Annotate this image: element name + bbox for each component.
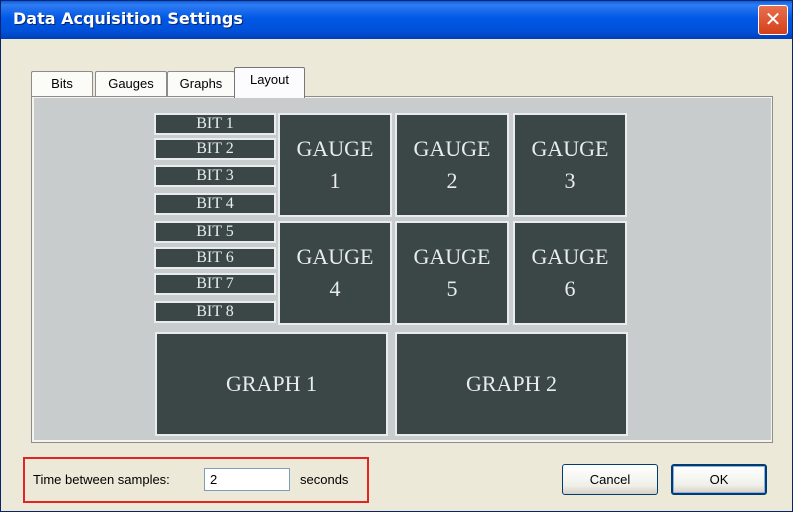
title-bar[interactable]: Data Acquisition Settings ✕	[1, 1, 792, 39]
gauge-2-label: GAUGE	[413, 136, 491, 161]
bit-2-block[interactable]: BIT 2	[154, 138, 276, 160]
bit-1-block[interactable]: BIT 1	[154, 113, 276, 135]
sample-interval-group: Time between samples: seconds	[23, 457, 369, 503]
close-button[interactable]: ✕	[758, 5, 788, 35]
bit-8-block[interactable]: BIT 8	[154, 301, 276, 323]
gauge-1-label: GAUGE	[296, 136, 374, 161]
gauge-4-number: 4	[329, 276, 341, 301]
graph-1-label: GRAPH 1	[225, 371, 318, 396]
tab-bits[interactable]: Bits	[31, 71, 93, 97]
seconds-unit-label: seconds	[300, 472, 349, 487]
gauge-3-block[interactable]: GAUGE 3	[513, 113, 627, 217]
tab-graphs[interactable]: Graphs	[167, 71, 235, 97]
data-acquisition-settings-dialog: Data Acquisition Settings ✕ Bits Gauges …	[0, 0, 793, 512]
layout-tab-panel: BIT 1 BIT 2 BIT 3 BIT 4 BIT 5 BIT 6 BIT …	[31, 96, 773, 443]
bit-6-block[interactable]: BIT 6	[154, 247, 276, 269]
gauge-3-number: 3	[564, 168, 576, 193]
gauge-5-number: 5	[446, 276, 458, 301]
window-title: Data Acquisition Settings	[13, 9, 243, 28]
gauge-4-label: GAUGE	[296, 244, 374, 269]
bit-3-block[interactable]: BIT 3	[154, 165, 276, 187]
sample-interval-input[interactable]	[204, 468, 290, 491]
bit-4-block[interactable]: BIT 4	[154, 193, 276, 215]
gauge-4-block[interactable]: GAUGE 4	[278, 221, 392, 325]
ok-button[interactable]: OK	[671, 464, 767, 495]
gauge-5-block[interactable]: GAUGE 5	[395, 221, 509, 325]
gauge-2-number: 2	[446, 168, 458, 193]
gauge-2-block[interactable]: GAUGE 2	[395, 113, 509, 217]
graph-2-block[interactable]: GRAPH 2	[395, 332, 628, 436]
close-icon: ✕	[764, 7, 782, 31]
layout-canvas: BIT 1 BIT 2 BIT 3 BIT 4 BIT 5 BIT 6 BIT …	[34, 98, 771, 440]
cancel-button[interactable]: Cancel	[562, 464, 658, 495]
gauge-6-label: GAUGE	[531, 244, 609, 269]
tab-layout[interactable]: Layout	[234, 67, 305, 98]
gauge-5-label: GAUGE	[413, 244, 491, 269]
gauge-3-label: GAUGE	[531, 136, 609, 161]
gauge-1-block[interactable]: GAUGE 1	[278, 113, 392, 217]
graph-1-block[interactable]: GRAPH 1	[155, 332, 388, 436]
bit-7-block[interactable]: BIT 7	[154, 273, 276, 295]
bit-5-block[interactable]: BIT 5	[154, 221, 276, 243]
graph-2-label: GRAPH 2	[465, 371, 558, 396]
sample-interval-label: Time between samples:	[33, 472, 170, 487]
gauge-6-block[interactable]: GAUGE 6	[513, 221, 627, 325]
gauge-1-number: 1	[329, 168, 341, 193]
gauge-6-number: 6	[564, 276, 576, 301]
tab-gauges[interactable]: Gauges	[95, 71, 167, 97]
